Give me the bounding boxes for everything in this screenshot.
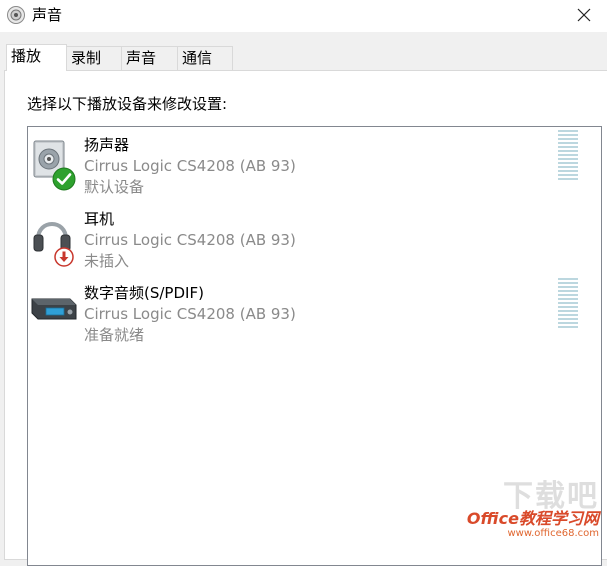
device-status: 未插入	[84, 252, 130, 270]
close-button[interactable]	[561, 0, 607, 30]
device-name: 扬声器	[84, 136, 130, 154]
window-title: 声音	[32, 6, 63, 24]
instruction-text: 选择以下播放设备来修改设置:	[27, 95, 228, 113]
device-driver: Cirrus Logic CS4208 (AB 93)	[84, 157, 296, 175]
device-driver: Cirrus Logic CS4208 (AB 93)	[84, 305, 296, 323]
device-item-digital-audio[interactable]: 数字音频(S/PDIF) Cirrus Logic CS4208 (AB 93)…	[28, 275, 601, 347]
watermark-logo: 下载吧 Office教程学习网 www.office68.com	[459, 480, 599, 540]
tab-recording[interactable]: 录制	[66, 46, 122, 70]
device-status: 准备就绪	[84, 326, 145, 344]
tab-label: 播放	[11, 47, 42, 65]
device-driver: Cirrus Logic CS4208 (AB 93)	[84, 231, 296, 249]
device-item-speakers[interactable]: 扬声器 Cirrus Logic CS4208 (AB 93) 默认设备	[28, 127, 601, 199]
device-name: 耳机	[84, 210, 115, 228]
device-name: 数字音频(S/PDIF)	[84, 284, 204, 302]
speaker-app-icon	[7, 6, 25, 24]
title-bar: 声音	[0, 0, 607, 32]
tab-communications[interactable]: 通信	[177, 46, 233, 70]
digital-audio-icon	[31, 298, 77, 320]
volume-level-meter	[558, 130, 578, 182]
tab-playback[interactable]: 播放	[6, 44, 67, 71]
tab-strip: 播放 录制 声音 通信	[0, 44, 607, 71]
tab-label: 录制	[71, 49, 102, 67]
watermark-brand-text: Office教程学习网	[466, 509, 599, 528]
tab-label: 通信	[182, 49, 213, 67]
close-icon	[577, 8, 591, 22]
watermark-url-text: www.office68.com	[507, 528, 600, 539]
tab-label: 声音	[126, 49, 157, 67]
device-item-headphones[interactable]: 耳机 Cirrus Logic CS4208 (AB 93) 未插入	[28, 201, 601, 273]
unplugged-arrow-icon	[54, 247, 74, 267]
volume-level-meter	[558, 278, 578, 330]
device-status: 默认设备	[84, 178, 145, 196]
tab-sounds[interactable]: 声音	[121, 46, 178, 70]
default-check-icon	[52, 167, 76, 191]
